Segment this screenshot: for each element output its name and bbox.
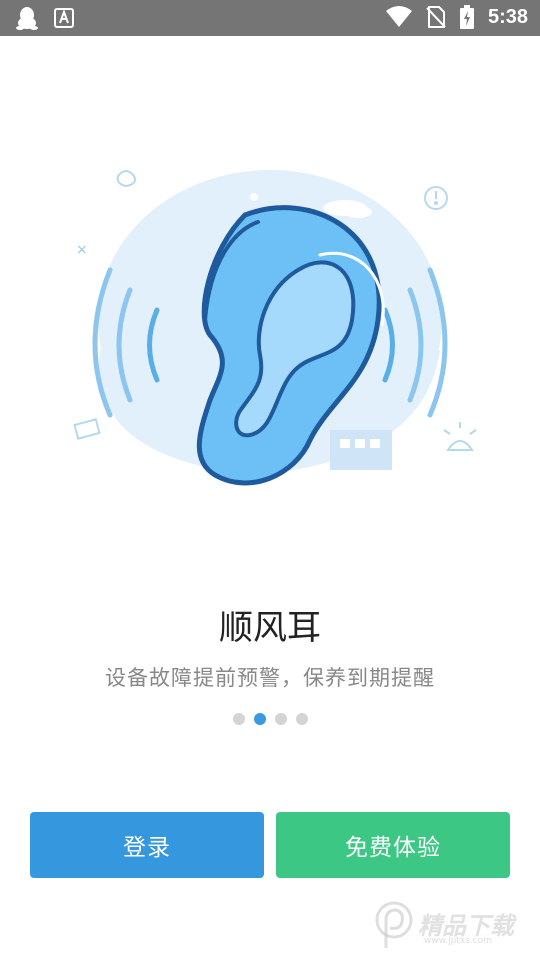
status-bar-system: 5:38	[385, 5, 528, 29]
no-sim-icon	[426, 6, 446, 28]
status-bar-notifications	[16, 6, 74, 30]
battery-charging-icon	[459, 5, 474, 29]
app-title: 顺风耳	[219, 608, 321, 648]
page-indicator	[0, 713, 540, 725]
wifi-icon	[385, 6, 412, 27]
page-dot-2-active	[253, 713, 266, 725]
status-time: 5:38	[487, 5, 528, 28]
text-a-icon	[54, 8, 74, 28]
login-button[interactable]: 登录	[30, 812, 264, 878]
svg-text:×: ×	[76, 242, 88, 258]
watermark-logo-icon	[375, 901, 413, 948]
page-dot-4	[295, 713, 308, 725]
free-trial-button[interactable]: 免费体验	[276, 812, 510, 878]
status-bar: 5:38	[0, 0, 540, 36]
screen: 5:38 × 顺风耳 设备故障提前预警，保养到期提醒 登录 免费体验 精品下载 …	[0, 0, 540, 960]
qq-penguin-icon	[16, 7, 38, 30]
ear-illustration: ×	[73, 170, 477, 486]
page-dot-3	[274, 713, 287, 725]
page-dot-1	[232, 713, 245, 725]
watermark-url: www.jptxs.com	[424, 936, 492, 946]
app-subtitle: 设备故障提前预警，保养到期提醒	[105, 666, 435, 690]
watermark: 精品下载 www.jptxs.com	[372, 898, 532, 954]
